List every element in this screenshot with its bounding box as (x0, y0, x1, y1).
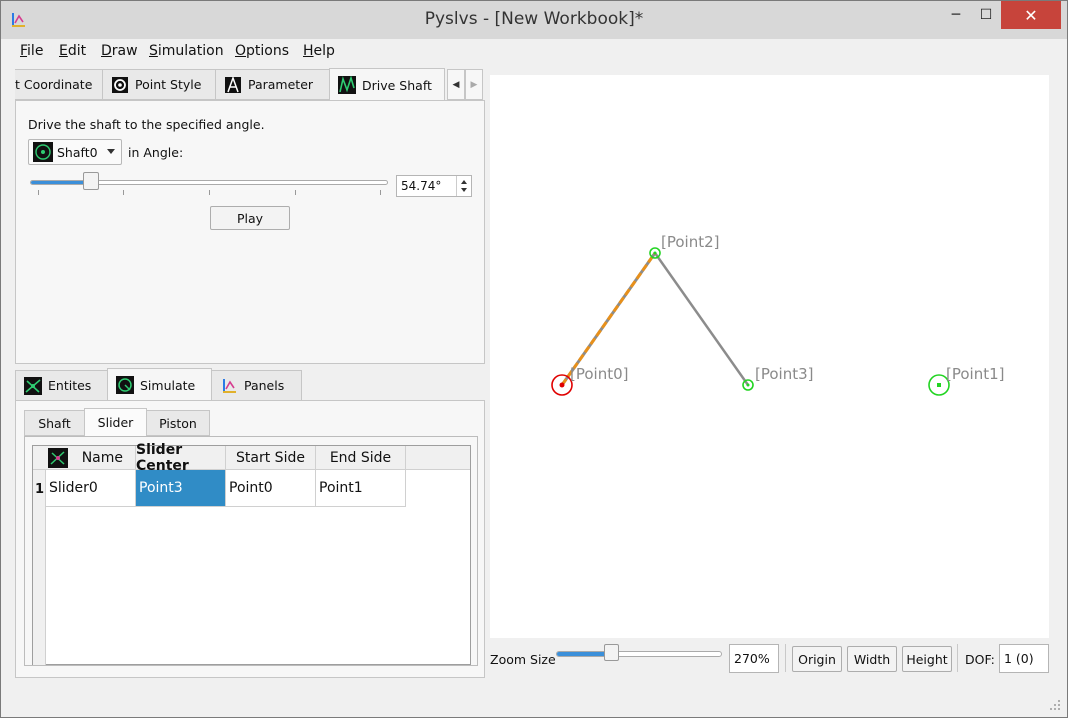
spin-buttons[interactable] (456, 176, 471, 196)
point-style-icon (112, 76, 128, 93)
subtab-slider[interactable]: Slider (84, 408, 147, 436)
header-slider-center[interactable]: Slider Center (136, 442, 226, 474)
resize-grip-icon[interactable] (1049, 699, 1061, 711)
menu-draw[interactable]: Draw (101, 43, 138, 59)
slider-tick (38, 190, 39, 195)
spin-down-icon[interactable] (461, 188, 467, 192)
zoom-value-field[interactable]: 270% (729, 644, 779, 673)
zoom-slider-handle[interactable] (604, 644, 619, 661)
point2-label: [Point2] (661, 233, 720, 251)
tab-panels[interactable]: Panels (211, 370, 302, 401)
tab-simulate[interactable]: Simulate (107, 368, 212, 401)
tab-parameter[interactable]: Parameter (215, 69, 330, 100)
menu-help[interactable]: Help (303, 43, 335, 59)
height-button[interactable]: Height (902, 646, 952, 672)
slider-entity-icon (48, 448, 68, 468)
header-start-side[interactable]: Start Side (226, 446, 316, 470)
tab-coordinate[interactable]: t Coordinate (15, 69, 103, 100)
cell-slider-center[interactable]: Point3 (136, 470, 226, 507)
zoom-slider-track[interactable] (556, 651, 722, 657)
point3-dot (746, 383, 750, 387)
cell-name[interactable]: Slider0 (46, 470, 136, 507)
window-title: Pyslvs - [New Workbook]* (424, 9, 644, 29)
slider-tick (123, 190, 124, 195)
corner-cell (33, 446, 46, 470)
dof-value-field: 1 (0) (999, 644, 1049, 673)
header-end-side[interactable]: End Side (316, 446, 406, 470)
slider-tick (209, 190, 210, 195)
separator (785, 644, 786, 672)
subtab-shaft[interactable]: Shaft (24, 410, 85, 436)
tab-drive-shaft[interactable]: Drive Shaft (329, 68, 445, 101)
menu-simulation[interactable]: Simulation (149, 43, 224, 59)
menu-file[interactable]: File (20, 43, 43, 59)
tab-entities[interactable]: Entites (15, 370, 108, 401)
in-angle-label: in Angle: (128, 145, 184, 160)
app-window: Pyslvs - [New Workbook]* ─ ☐ ✕ File Edit… (0, 0, 1068, 718)
entities-icon (24, 376, 42, 395)
mechanism-drawing[interactable]: [Point0] [Point2] [Point3] [Point1] (490, 75, 1049, 638)
shaft-select[interactable]: Shaft0 (28, 139, 122, 165)
close-button[interactable]: ✕ (1001, 1, 1061, 29)
maximize-button[interactable]: ☐ (967, 1, 1005, 29)
link-point2-point3[interactable] (653, 252, 750, 386)
point2-dot (653, 251, 657, 255)
point1-dot (937, 383, 941, 387)
header-name[interactable]: Name (46, 446, 136, 470)
menu-options[interactable]: Options (235, 43, 289, 59)
slider-table[interactable]: Name Slider Center Start Side End Side 1… (32, 442, 471, 665)
slider-tab-content: Name Slider Center Start Side End Side 1… (24, 436, 478, 666)
tab-scroll-right-button[interactable]: ▶ (465, 69, 483, 100)
origin-button[interactable]: Origin (792, 646, 842, 672)
simulate-panel: Shaft Slider Piston Name Slider Center S… (15, 400, 485, 678)
point0-dot (559, 382, 565, 388)
mechanism-canvas[interactable]: [Point0] [Point2] [Point3] [Point1] (490, 75, 1049, 638)
drive-shaft-icon (338, 76, 356, 94)
angle-spinbox[interactable]: 54.74° (396, 175, 472, 197)
play-button[interactable]: Play (210, 206, 290, 230)
panels-icon (223, 378, 236, 393)
point0-label: [Point0] (570, 365, 629, 383)
slider-tick (380, 190, 381, 195)
simulate-icon (116, 376, 134, 394)
drive-shaft-panel: Drive the shaft to the specified angle. … (15, 100, 485, 364)
point3-label: [Point3] (755, 365, 814, 383)
title-bar: Pyslvs - [New Workbook]* ─ ☐ ✕ (1, 1, 1067, 39)
slider-tick (295, 190, 296, 195)
width-button[interactable]: Width (847, 646, 897, 672)
dof-label: DOF: (965, 652, 995, 667)
bottom-tab-bar: Entites Simulate Panels (15, 368, 485, 402)
subtab-piston[interactable]: Piston (146, 410, 210, 436)
zoom-size-label: Zoom Size (490, 652, 556, 667)
table-header: Name Slider Center Start Side End Side (33, 442, 470, 474)
top-tab-bar: t Coordinate Point Style Parameter Drive… (15, 68, 485, 101)
parameter-icon (225, 75, 241, 93)
tab-scroll-left-button[interactable]: ◀ (447, 69, 465, 100)
cell-end-side[interactable]: Point1 (316, 470, 406, 507)
cell-start-side[interactable]: Point0 (226, 470, 316, 507)
spin-up-icon[interactable] (461, 180, 467, 184)
drive-shaft-description: Drive the shaft to the specified angle. (28, 117, 265, 132)
angle-slider-handle[interactable] (83, 172, 99, 190)
separator (957, 644, 958, 672)
point1-label: [Point1] (946, 365, 1005, 383)
shaft-icon (33, 142, 53, 162)
chevron-down-icon (107, 149, 115, 154)
menu-bar: File Edit Draw Simulation Options Help (10, 39, 1060, 65)
tab-point-style[interactable]: Point Style (102, 69, 216, 100)
row-number[interactable]: 1 (35, 482, 44, 497)
row-header-column: 1 (33, 470, 46, 665)
menu-edit[interactable]: Edit (59, 43, 86, 59)
